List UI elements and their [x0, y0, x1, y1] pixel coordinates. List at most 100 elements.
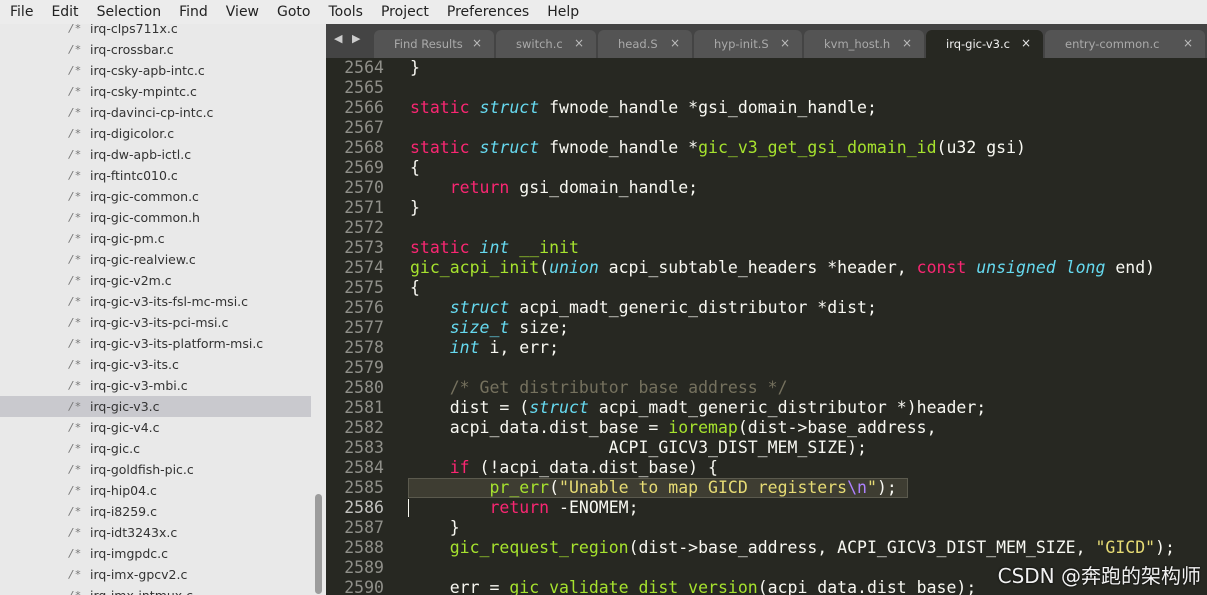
- file-item[interactable]: /* irq-imgpdc.c: [0, 543, 312, 564]
- code-line[interactable]: 2587 }: [326, 518, 1207, 538]
- code-line[interactable]: 2571}: [326, 198, 1207, 218]
- code-text: size_t size;: [449, 318, 569, 337]
- code-text: if (!acpi_data.dist_base) {: [449, 458, 718, 477]
- code-line[interactable]: 2573 static int __init: [326, 238, 1207, 258]
- file-item[interactable]: /* irq-gic-v4.c: [0, 417, 312, 438]
- tab-label: switch.c: [516, 37, 563, 51]
- code-line[interactable]: 2584 if (!acpi_data.dist_base) {: [326, 458, 1207, 478]
- code-line[interactable]: 2572: [326, 218, 1207, 238]
- file-item[interactable]: /* irq-crossbar.c: [0, 39, 312, 60]
- menu-project[interactable]: Project: [371, 0, 437, 24]
- c-file-icon: /*: [68, 85, 82, 98]
- file-item[interactable]: /* irq-gic-v3-its-platform-msi.c: [0, 333, 312, 354]
- file-item[interactable]: /* irq-idt3243x.c: [0, 522, 312, 543]
- file-name: irq-clps711x.c: [90, 24, 178, 36]
- code-editor[interactable]: 2564} 2565 2566 static struct fwnode_handle…: [326, 58, 1207, 595]
- tab-switch-c[interactable]: switch.c ×: [496, 30, 596, 58]
- code-line[interactable]: 2568 static struct fwnode_handle *gic_v3_…: [326, 138, 1207, 158]
- close-icon[interactable]: ×: [574, 36, 584, 50]
- menu-selection[interactable]: Selection: [87, 0, 170, 24]
- file-item[interactable]: /* irq-gic-common.c: [0, 186, 312, 207]
- tab-irq-gic-v3-c[interactable]: irq-gic-v3.c ×: [926, 30, 1043, 58]
- menu-tools[interactable]: Tools: [318, 0, 371, 24]
- code-line[interactable]: 2583 ACPI_GICV3_DIST_MEM_SIZE);: [326, 438, 1207, 458]
- c-file-icon: /*: [68, 337, 82, 350]
- file-name: irq-gic-v2m.c: [90, 273, 172, 288]
- code-text: /* Get distributor base address */: [449, 378, 788, 397]
- line-number: 2565: [344, 78, 384, 97]
- code-line[interactable]: 2575 {: [326, 278, 1207, 298]
- file-name: irq-gic-v3-mbi.c: [90, 378, 188, 393]
- file-item[interactable]: /* irq-i8259.c: [0, 501, 312, 522]
- close-icon[interactable]: ×: [1021, 36, 1031, 50]
- code-line[interactable]: 2578 int i, err;: [326, 338, 1207, 358]
- code-line[interactable]: 2581 dist = (struct acpi_madt_generic_di…: [326, 398, 1207, 418]
- code-line[interactable]: 2582 acpi_data.dist_base = ioremap(dist-…: [326, 418, 1207, 438]
- code-line[interactable]: 2570 return gsi_domain_handle;: [326, 178, 1207, 198]
- minimap[interactable]: [1198, 58, 1207, 595]
- file-item[interactable]: /* irq-gic-v3-its-pci-msi.c: [0, 312, 312, 333]
- code-line[interactable]: 2577 size_t size;: [326, 318, 1207, 338]
- file-item[interactable]: /* irq-imx-intmux.c: [0, 585, 312, 595]
- close-icon[interactable]: ×: [780, 36, 790, 50]
- code-line[interactable]: 2576 struct acpi_madt_generic_distributo…: [326, 298, 1207, 318]
- file-item[interactable]: /* irq-csky-apb-intc.c: [0, 60, 312, 81]
- sidebar-scrollbar-thumb[interactable]: [315, 494, 322, 594]
- file-item[interactable]: /* irq-csky-mpintc.c: [0, 81, 312, 102]
- close-icon[interactable]: ×: [1183, 36, 1193, 50]
- file-item[interactable]: /* irq-dw-apb-ictl.c: [0, 144, 312, 165]
- file-item[interactable]: /* irq-gic-v3-mbi.c: [0, 375, 312, 396]
- c-file-icon: /*: [68, 358, 82, 371]
- close-icon[interactable]: ×: [472, 36, 482, 50]
- code-line[interactable]: 2574 gic_acpi_init(union acpi_subtable_he…: [326, 258, 1207, 278]
- file-item[interactable]: /* irq-davinci-cp-intc.c: [0, 102, 312, 123]
- tab-kvm-host-h[interactable]: kvm_host.h ×: [804, 30, 924, 58]
- menu-help[interactable]: Help: [537, 0, 587, 24]
- file-item[interactable]: /* irq-gic-v3.c: [0, 396, 311, 417]
- file-item[interactable]: /* irq-digicolor.c: [0, 123, 312, 144]
- file-item[interactable]: /* irq-hip04.c: [0, 480, 312, 501]
- file-item[interactable]: /* irq-gic-realview.c: [0, 249, 312, 270]
- file-item[interactable]: /* irq-goldfish-pic.c: [0, 459, 312, 480]
- file-item[interactable]: /* irq-gic-v3-its.c: [0, 354, 312, 375]
- file-item[interactable]: /* irq-ftintc010.c: [0, 165, 312, 186]
- code-line[interactable]: 2564}: [326, 58, 1207, 78]
- menu-view[interactable]: View: [216, 0, 267, 24]
- code-text: }: [410, 518, 460, 537]
- file-name: irq-imx-intmux.c: [90, 585, 193, 595]
- tab-entry-common-c[interactable]: entry-common.c ×: [1045, 30, 1205, 58]
- menu-goto[interactable]: Goto: [267, 0, 318, 24]
- code-line[interactable]: 2580 /* Get distributor base address */: [326, 378, 1207, 398]
- code-line[interactable]: 2567: [326, 118, 1207, 138]
- file-item[interactable]: /* irq-clps711x.c: [0, 24, 312, 39]
- menu-file[interactable]: File: [0, 0, 41, 24]
- menu-edit[interactable]: Edit: [41, 0, 86, 24]
- code-line[interactable]: 2569 {: [326, 158, 1207, 178]
- file-item[interactable]: /* irq-imx-gpcv2.c: [0, 564, 312, 585]
- menu-find[interactable]: Find: [169, 0, 216, 24]
- code-line[interactable]: 2579: [326, 358, 1207, 378]
- code-text: static struct fwnode_handle *gsi_domain_…: [410, 98, 877, 117]
- code-line[interactable]: 2585 pr_err("Unable to map GICD register…: [326, 478, 1207, 498]
- code-text: gic_acpi_init(union acpi_subtable_header…: [410, 258, 1156, 277]
- file-item[interactable]: /* irq-gic-v3-its-fsl-mc-msi.c: [0, 291, 312, 312]
- tab-find-results[interactable]: Find Results ×: [374, 30, 494, 58]
- code-line[interactable]: 2566 static struct fwnode_handle *gsi_dom…: [326, 98, 1207, 118]
- menu-preferences[interactable]: Preferences: [437, 0, 537, 24]
- close-icon[interactable]: ×: [670, 36, 680, 50]
- c-file-icon: /*: [68, 316, 82, 329]
- tab-nav-arrows[interactable]: ◀ ▶: [334, 32, 363, 45]
- code-text: int i, err;: [449, 338, 560, 357]
- line-number: 2588: [344, 538, 384, 557]
- code-line[interactable]: 2588 gic_request_region(dist->base_addre…: [326, 538, 1207, 558]
- file-item[interactable]: /* irq-gic-pm.c: [0, 228, 312, 249]
- code-line[interactable]: 2565: [326, 78, 1207, 98]
- tab-head-s[interactable]: head.S ×: [598, 30, 692, 58]
- close-icon[interactable]: ×: [902, 36, 912, 50]
- tab-hyp-init-s[interactable]: hyp-init.S ×: [694, 30, 802, 58]
- file-item[interactable]: /* irq-gic.c: [0, 438, 312, 459]
- file-item[interactable]: /* irq-gic-v2m.c: [0, 270, 312, 291]
- code-line[interactable]: 2586 return -ENOMEM;: [326, 498, 1207, 518]
- file-item[interactable]: /* irq-gic-common.h: [0, 207, 312, 228]
- code-text: gic_request_region(dist->base_address, A…: [449, 538, 1175, 557]
